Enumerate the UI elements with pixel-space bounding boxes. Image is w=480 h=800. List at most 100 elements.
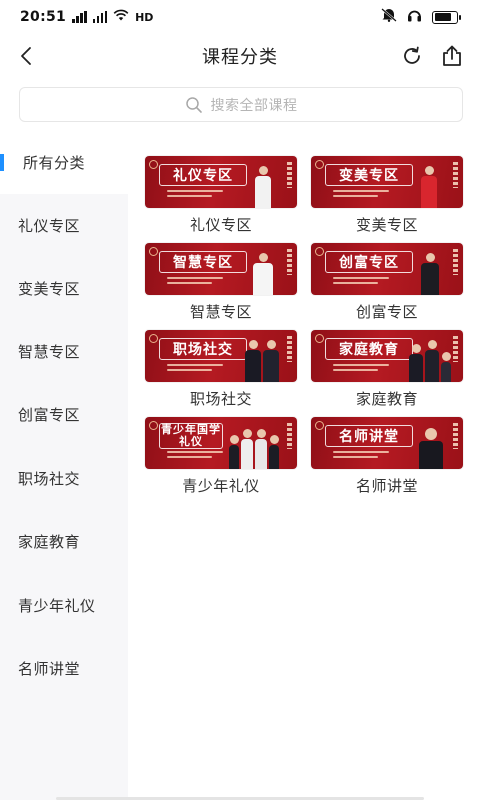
share-button[interactable] — [436, 40, 468, 72]
person-figure — [255, 429, 267, 469]
banner-text-lines — [167, 451, 223, 461]
sidebar-item-label: 智慧专区 — [18, 343, 81, 361]
category-card-wealth[interactable]: 创富专区 创富专区 — [311, 243, 463, 323]
banner-vertical-text — [287, 249, 292, 275]
sidebar-item-wisdom[interactable]: 智慧专区 — [0, 320, 128, 383]
sidebar-item-label: 变美专区 — [18, 280, 81, 298]
headphones-icon — [407, 8, 422, 26]
refresh-icon — [404, 46, 420, 64]
banner-title: 智慧专区 — [159, 251, 247, 273]
banner-vertical-text — [453, 162, 458, 188]
banner-title: 礼仪专区 — [159, 164, 247, 186]
logo-icon — [149, 421, 158, 430]
banner-image: 家庭教育 — [311, 330, 463, 382]
banner-vertical-text — [453, 249, 458, 275]
sidebar-item-label: 青少年礼仪 — [18, 597, 96, 615]
banner-image: 礼仪专区 — [145, 156, 297, 208]
sidebar-item-youth[interactable]: 青少年礼仪 — [0, 574, 128, 637]
logo-icon — [315, 247, 324, 256]
banner-title: 名师讲堂 — [325, 425, 413, 447]
status-right — [381, 8, 461, 26]
sidebar-item-masters[interactable]: 名师讲堂 — [0, 637, 128, 700]
person-figure — [419, 428, 443, 469]
wifi-icon — [113, 9, 129, 25]
person-figure — [425, 340, 439, 382]
banner-text-lines — [333, 190, 389, 200]
refresh-button[interactable] — [396, 40, 428, 72]
search-input[interactable]: 搜索全部课程 — [19, 87, 463, 122]
status-left: 20:51 HD — [20, 9, 153, 25]
chevron-left-icon — [21, 47, 31, 65]
logo-icon — [149, 160, 158, 169]
logo-icon — [315, 160, 324, 169]
banner-text-lines — [333, 451, 389, 461]
banner-image: 变美专区 — [311, 156, 463, 208]
active-indicator — [0, 154, 4, 171]
person-figure — [229, 435, 239, 469]
back-button[interactable] — [10, 40, 42, 72]
sidebar-item-label: 名师讲堂 — [18, 660, 81, 678]
card-label: 青少年礼仪 — [182, 477, 260, 495]
category-card-etiquette[interactable]: 礼仪专区 礼仪专区 — [145, 156, 297, 236]
banner-text-lines — [333, 364, 389, 374]
banner-vertical-text — [287, 162, 292, 188]
search-placeholder: 搜索全部课程 — [210, 97, 298, 114]
sidebar-item-label: 礼仪专区 — [18, 217, 81, 235]
category-card-beauty[interactable]: 变美专区 变美专区 — [311, 156, 463, 236]
network-type: HD — [135, 10, 154, 24]
banner-image: 智慧专区 — [145, 243, 297, 295]
navigation-bar: 课程分类 — [0, 34, 480, 78]
banner-title: 家庭教育 — [325, 338, 413, 360]
logo-icon — [149, 247, 158, 256]
person-figure — [421, 166, 437, 208]
category-card-workplace[interactable]: 职场社交 职场社交 — [145, 330, 297, 410]
sidebar-item-beauty[interactable]: 变美专区 — [0, 257, 128, 320]
sidebar-item-workplace[interactable]: 职场社交 — [0, 447, 128, 510]
banner-image: 名师讲堂 — [311, 417, 463, 469]
person-figure — [441, 352, 451, 382]
sidebar-item-label: 所有分类 — [23, 154, 86, 172]
category-card-wisdom[interactable]: 智慧专区 智慧专区 — [145, 243, 297, 323]
sidebar-item-etiquette[interactable]: 礼仪专区 — [0, 194, 128, 257]
person-figure — [421, 253, 439, 295]
category-card-youth[interactable]: 青少年国学礼仪 青少年礼仪 — [145, 417, 297, 497]
category-sidebar: 所有分类 礼仪专区 变美专区 智慧专区 创富专区 职场社交 家庭教育 青少年礼仪… — [0, 131, 128, 800]
banner-text-lines — [167, 190, 223, 200]
banner-title: 职场社交 — [159, 338, 247, 360]
status-time: 20:51 — [20, 9, 67, 25]
person-figure — [269, 435, 279, 469]
sidebar-item-all[interactable]: 所有分类 — [0, 131, 128, 194]
sidebar-item-wealth[interactable]: 创富专区 — [0, 383, 128, 446]
banner-text-lines — [333, 277, 389, 287]
person-figure — [255, 166, 271, 208]
person-figure — [263, 340, 279, 382]
battery-icon — [432, 10, 461, 24]
logo-icon — [315, 421, 324, 430]
category-card-family[interactable]: 家庭教育 家庭教育 — [311, 330, 463, 410]
share-icon — [443, 45, 461, 66]
banner-vertical-text — [453, 336, 458, 362]
banner-title: 创富专区 — [325, 251, 413, 273]
card-label: 职场社交 — [189, 390, 252, 408]
banner-text-lines — [167, 277, 223, 287]
sidebar-item-family[interactable]: 家庭教育 — [0, 510, 128, 573]
person-figure — [409, 344, 423, 382]
sidebar-item-label: 职场社交 — [18, 470, 81, 488]
logo-icon — [315, 334, 324, 343]
card-label: 名师讲堂 — [355, 477, 418, 495]
banner-image: 创富专区 — [311, 243, 463, 295]
card-label: 家庭教育 — [355, 390, 418, 408]
page-title: 课程分类 — [202, 47, 278, 68]
search-icon — [185, 96, 202, 113]
person-figure — [253, 253, 273, 295]
banner-title: 青少年国学礼仪 — [159, 422, 223, 449]
sidebar-item-label: 创富专区 — [18, 406, 81, 424]
person-figure — [245, 340, 261, 382]
category-card-masters[interactable]: 名师讲堂 名师讲堂 — [311, 417, 463, 497]
card-label: 变美专区 — [355, 216, 418, 234]
card-label: 智慧专区 — [189, 303, 252, 321]
banner-vertical-text — [287, 423, 292, 449]
signal-icon — [72, 11, 87, 23]
card-label: 礼仪专区 — [189, 216, 252, 234]
status-bar: 20:51 HD — [0, 0, 480, 34]
